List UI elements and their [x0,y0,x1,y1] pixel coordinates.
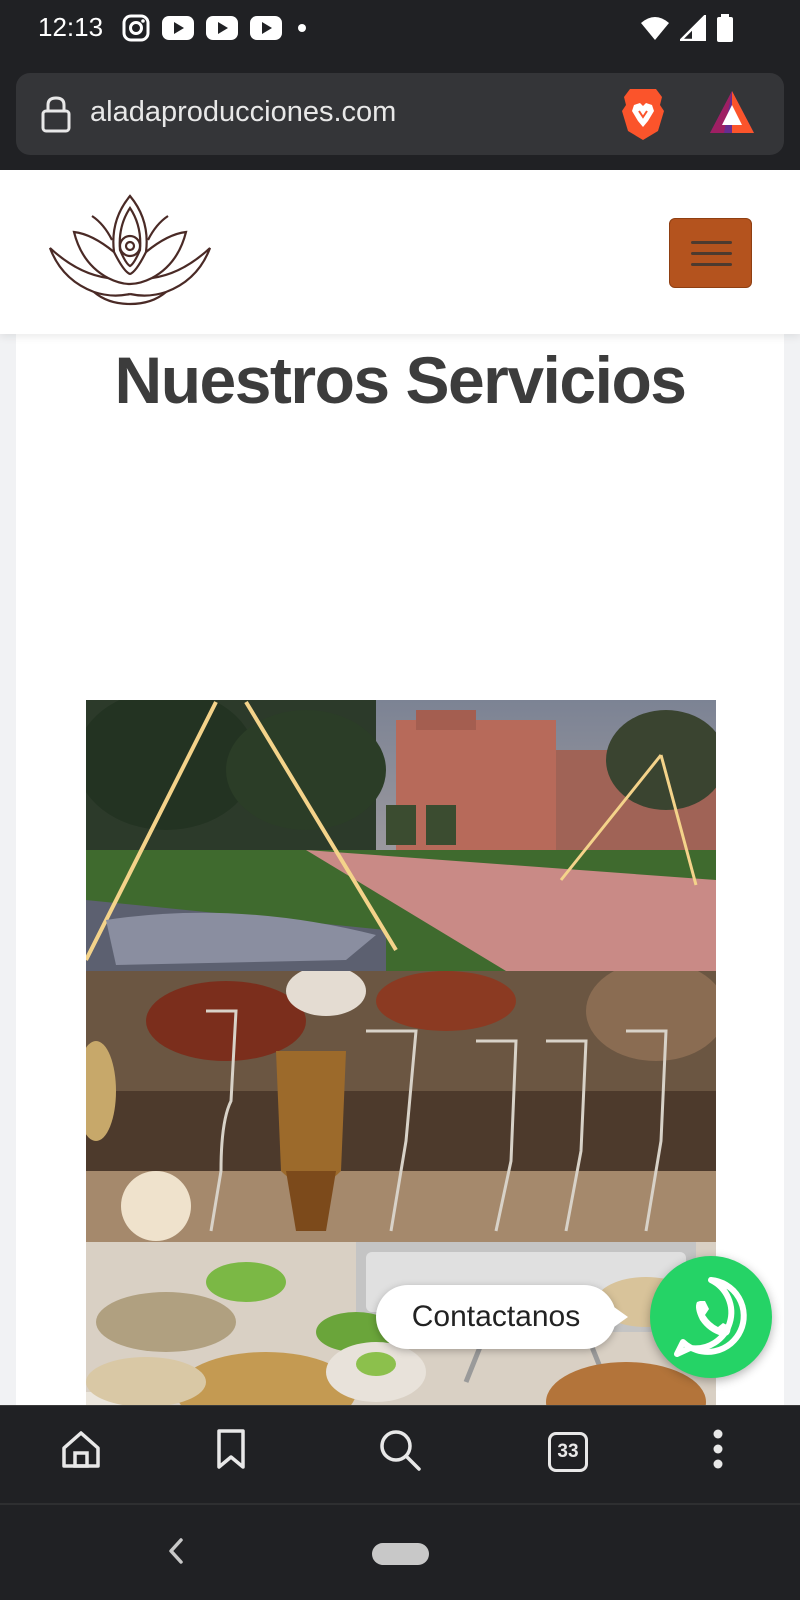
hamburger-menu-button[interactable] [669,218,752,288]
menu-line [691,252,732,255]
section-title: Nuestros Servicios [114,343,687,417]
search-icon[interactable] [378,1428,422,1472]
status-time: 12:13 [38,12,104,42]
outdoor-event-lights-photo[interactable] [86,700,716,971]
more-icon[interactable] [712,1428,724,1470]
notification-icons [122,14,310,42]
dot-icon [298,24,306,32]
lotus-logo[interactable] [48,194,212,306]
home-icon[interactable] [60,1428,102,1470]
menu-line [691,241,732,244]
address-bar[interactable]: aladaproducciones.com [16,73,784,155]
brave-rewards-icon[interactable] [708,89,756,135]
signal-icon [680,15,706,41]
phone-screen: 12:13 aladaproducciones.com Nuestros Ser… [0,0,800,1600]
contact-label-bubble[interactable]: Contactanos [376,1285,628,1349]
web-content: Nuestros Servicios Contactanos [0,170,800,1405]
browser-bottom-toolbar: 33 [0,1405,800,1503]
brave-shields-icon[interactable] [620,87,666,141]
bookmark-icon[interactable] [214,1428,248,1470]
back-chevron-icon[interactable] [166,1537,186,1565]
youtube-icon [206,16,238,40]
system-icons [640,14,734,42]
battery-icon [717,14,733,42]
whatsapp-button[interactable] [650,1256,772,1378]
youtube-icon [250,16,282,40]
tabs-counter[interactable]: 33 [548,1432,588,1472]
instagram-icon [122,14,150,42]
youtube-icon [162,16,194,40]
glassware-table-photo[interactable] [86,971,716,1242]
services-card: Nuestros Servicios [16,334,784,1405]
site-header [0,170,800,334]
lock-icon [41,96,71,133]
menu-line [691,263,732,266]
status-bar: 12:13 [0,0,800,58]
home-pill[interactable] [372,1543,429,1565]
system-navigation-bar [0,1503,800,1600]
browser-address-area: aladaproducciones.com [0,58,800,170]
wifi-icon [641,17,669,40]
whatsapp-icon [674,1277,747,1357]
url-text[interactable]: aladaproducciones.com [90,96,396,129]
